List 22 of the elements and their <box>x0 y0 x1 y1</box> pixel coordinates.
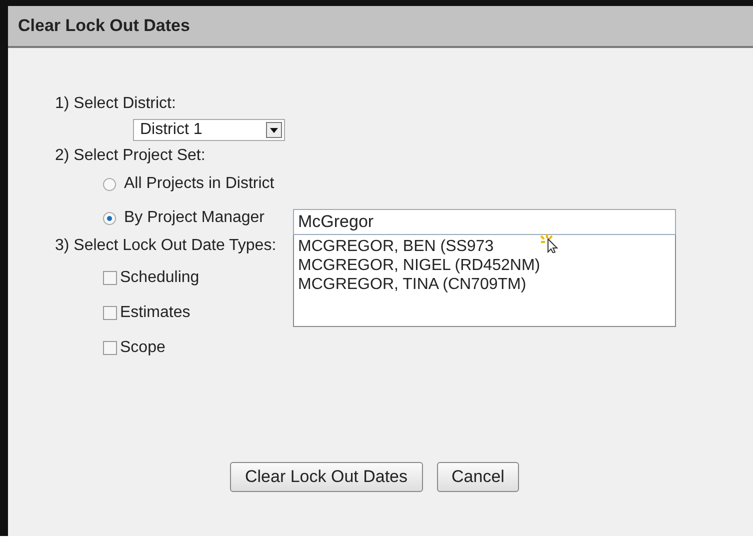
district-label: 1) Select District: <box>55 94 177 114</box>
checkbox-label: Scope <box>120 338 166 358</box>
caret-icon <box>266 122 282 138</box>
suggestion-item[interactable]: MCGREGOR, TINA (CN709TM) <box>298 275 526 294</box>
project-set-label: 2) Select Project Set: <box>55 146 206 166</box>
checkbox[interactable] <box>103 271 117 285</box>
clear-button[interactable]: Clear Lock Out Dates <box>230 462 423 492</box>
radio-label: All Projects in District <box>124 174 274 194</box>
cancel-button[interactable]: Cancel <box>436 462 520 492</box>
suggestion-item[interactable]: MCGREGOR, BEN (SS973 <box>298 237 494 256</box>
checkbox[interactable] <box>103 306 117 320</box>
checkbox-label: Scheduling <box>120 268 200 288</box>
suggestion-item[interactable]: MCGREGOR, NIGEL (RD452NM) <box>298 256 540 275</box>
checkbox-label: Estimates <box>120 303 190 323</box>
manager-search-field[interactable]: McGregor <box>293 209 676 235</box>
radio-button[interactable] <box>103 178 116 190</box>
checkbox[interactable] <box>103 341 117 355</box>
district-select[interactable]: District 1 <box>133 119 285 141</box>
date-types-label: 3) Select Lock Out Date Types: <box>55 236 278 256</box>
radio-label: By Project Manager <box>124 208 265 228</box>
window-title: Clear Lock Out Dates <box>18 16 190 36</box>
radio-button[interactable] <box>103 212 116 224</box>
